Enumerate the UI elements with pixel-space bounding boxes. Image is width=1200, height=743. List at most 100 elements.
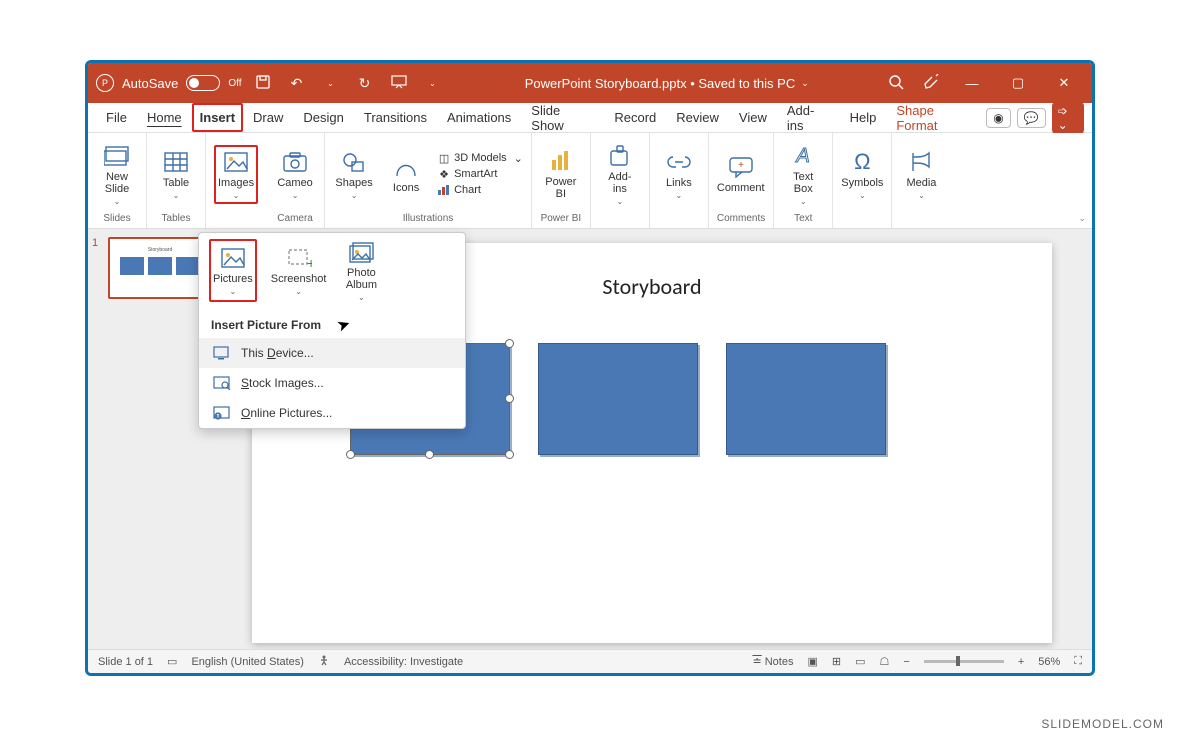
shapes-button[interactable]: Shapes⌄ — [333, 149, 375, 200]
screenshot-label: Screenshot — [271, 273, 327, 285]
stock-images-item[interactable]: Stock Images... — [199, 368, 465, 398]
title-bar: P AutoSave Off ↶ ⌄ ↻ ⌄ PowerPoint Storyb… — [88, 63, 1092, 103]
title-dropdown-icon[interactable]: ⌄ — [801, 78, 809, 89]
zoom-slider[interactable] — [924, 660, 1004, 663]
zoom-out-button[interactable]: − — [903, 656, 909, 668]
zoom-in-button[interactable]: + — [1018, 656, 1024, 668]
cameo-label: Cameo — [277, 177, 312, 189]
tab-transitions[interactable]: Transitions — [354, 103, 437, 132]
tab-home[interactable]: Home — [137, 103, 192, 132]
tab-file[interactable]: File — [96, 103, 137, 132]
slideshow-start-icon[interactable] — [386, 75, 412, 92]
table-button[interactable]: Table⌄ — [155, 149, 197, 200]
fit-window-icon[interactable]: ⛶ — [1074, 655, 1082, 668]
svg-text:A: A — [796, 145, 810, 167]
tab-addins[interactable]: Add-ins — [777, 103, 840, 132]
screenshot-icon: + — [286, 245, 312, 271]
rectangle-2[interactable] — [538, 343, 698, 455]
screenshot-button[interactable]: + Screenshot⌄ — [271, 239, 327, 302]
redo-icon[interactable]: ↻ — [352, 75, 378, 92]
symbols-label: Symbols — [841, 177, 883, 189]
zoom-level[interactable]: 56% — [1038, 656, 1060, 668]
tab-shapeformat[interactable]: Shape Format — [886, 103, 986, 132]
slide-thumbnail-1[interactable]: Storyboard — [108, 237, 212, 299]
online-pictures-item[interactable]: Online Pictures... — [199, 398, 465, 428]
share-button[interactable]: ➩ ⌄ — [1052, 102, 1084, 134]
group-label-slides: Slides — [96, 211, 138, 224]
symbols-button[interactable]: Ω Symbols⌄ — [841, 149, 883, 200]
tab-draw[interactable]: Draw — [243, 103, 293, 132]
table-label: Table — [163, 177, 189, 189]
new-slide-label: New Slide — [105, 171, 129, 195]
insert-picture-header: Insert Picture From — [199, 308, 465, 338]
group-label-illustrations: Illustrations — [333, 211, 523, 224]
accessibility-status[interactable]: Accessibility: Investigate — [344, 656, 463, 668]
tab-record[interactable]: Record — [604, 103, 666, 132]
thumb-index: 1 — [92, 237, 98, 249]
maximize-button[interactable]: ▢ — [1004, 75, 1032, 91]
new-slide-button[interactable]: New Slide⌄ — [96, 143, 138, 206]
table-icon — [163, 149, 189, 175]
tab-help[interactable]: Help — [840, 103, 887, 132]
normal-view-icon[interactable]: ▣ — [807, 655, 817, 668]
group-label-camera: Camera — [274, 211, 316, 224]
tab-animations[interactable]: Animations — [437, 103, 521, 132]
comment-icon: + — [728, 154, 754, 180]
language-status[interactable]: English (United States) — [191, 656, 304, 668]
group-label-tables: Tables — [155, 211, 197, 224]
qat-more-icon[interactable]: ⌄ — [420, 79, 446, 88]
comments-button[interactable]: 💬 — [1017, 108, 1046, 128]
comment-button[interactable]: + Comment — [717, 154, 765, 194]
addins-button[interactable]: Add- ins⌄ — [599, 143, 641, 206]
tab-review[interactable]: Review — [666, 103, 729, 132]
chart-button[interactable]: Chart — [437, 183, 523, 197]
online-pictures-label: Online Pictures... — [241, 406, 332, 420]
powerbi-button[interactable]: Power BI — [540, 148, 582, 200]
this-device-item[interactable]: This Device... — [199, 338, 465, 368]
group-label-text: Text — [782, 211, 824, 224]
rectangle-3[interactable] — [726, 343, 886, 455]
media-label: Media — [906, 177, 936, 189]
autosave-toggle[interactable] — [186, 75, 220, 91]
record-button[interactable]: ◉ — [986, 108, 1010, 128]
pictures-button[interactable]: Pictures⌄ — [209, 239, 257, 302]
pictures-label: Pictures — [213, 273, 253, 285]
minimize-button[interactable]: — — [958, 76, 986, 91]
tab-insert[interactable]: Insert — [192, 103, 243, 132]
media-button[interactable]: Media⌄ — [900, 149, 942, 200]
images-button[interactable]: Images⌄ — [214, 145, 258, 204]
app-icon: P — [96, 74, 114, 92]
sorter-view-icon[interactable]: ⊞ — [832, 655, 841, 668]
accessibility-icon[interactable] — [318, 654, 330, 669]
smartart-button[interactable]: ❖SmartArt — [437, 167, 523, 181]
ribbon-collapse-icon[interactable]: ⌄ — [1078, 213, 1086, 224]
tab-design[interactable]: Design — [293, 103, 353, 132]
photoalbum-button[interactable]: Photo Album⌄ — [340, 239, 382, 302]
tab-view[interactable]: View — [729, 103, 777, 132]
svg-text:+: + — [307, 255, 312, 269]
cameo-icon — [282, 149, 308, 175]
share-nav-icon[interactable] — [922, 74, 940, 93]
close-button[interactable]: ✕ — [1050, 75, 1078, 91]
3dmodels-button[interactable]: ◫3D Models⌄ — [437, 151, 523, 165]
document-title: PowerPoint Storyboard.pptx • Saved to th… — [525, 76, 795, 91]
cameo-button[interactable]: Cameo⌄ — [274, 149, 316, 200]
search-icon[interactable] — [888, 74, 904, 93]
tab-slideshow[interactable]: Slide Show — [521, 103, 604, 132]
undo-icon[interactable]: ↶ — [284, 75, 310, 92]
spell-icon[interactable]: ▭ — [167, 655, 177, 668]
save-icon[interactable] — [250, 74, 276, 93]
links-button[interactable]: Links⌄ — [658, 149, 700, 200]
textbox-button[interactable]: A Text Box⌄ — [782, 143, 824, 206]
group-label-powerbi: Power BI — [540, 211, 582, 224]
reading-view-icon[interactable]: ▭ — [855, 655, 865, 668]
status-bar: Slide 1 of 1 ▭ English (United States) A… — [88, 649, 1092, 673]
slideshow-view-icon[interactable]: ☖ — [880, 655, 890, 668]
notes-button[interactable]: ≐ Notes — [752, 655, 793, 668]
stock-images-label: Stock Images... — [241, 376, 324, 390]
comment-label: Comment — [717, 182, 765, 194]
slide-thumbnails: 1 Storyboard — [88, 229, 212, 649]
icons-button[interactable]: Icons — [385, 154, 427, 194]
autosave-label: AutoSave — [122, 76, 178, 91]
undo-dropdown-icon[interactable]: ⌄ — [318, 79, 344, 88]
